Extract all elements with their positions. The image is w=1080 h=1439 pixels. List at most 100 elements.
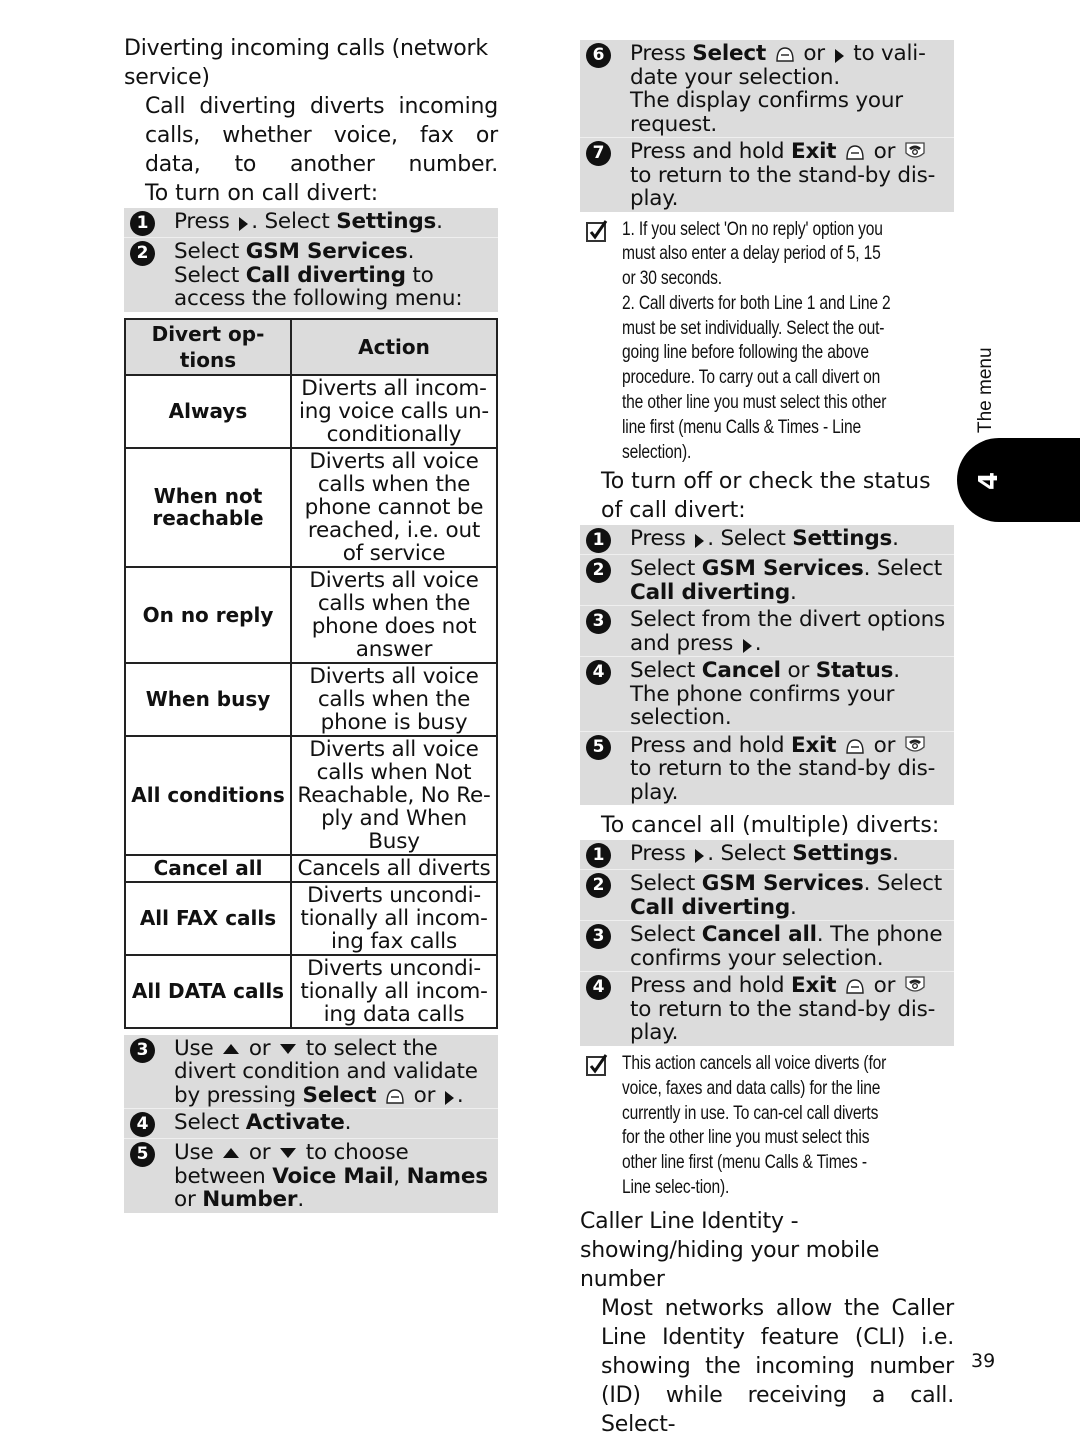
bold-term: GSM Services <box>701 556 864 582</box>
soft-key-icon <box>846 145 864 160</box>
step-number-badge: 4 <box>130 1112 155 1137</box>
right-arrow-key-icon <box>695 534 705 549</box>
step-number-badge: 3 <box>586 924 611 950</box>
table-header-row: Divert op-tions Action <box>124 317 498 376</box>
step-number-badge: 6 <box>586 43 611 68</box>
step-text: Select GSM Services. Select Call diverti… <box>630 556 942 605</box>
step-item: 6 Press Select or to vali-date your selec… <box>580 40 954 138</box>
divert-option-cell: All DATA calls <box>124 953 292 1029</box>
divert-options-table: Divert op-tions Action Always Diverts all… <box>124 317 498 1029</box>
right-arrow-key-icon <box>742 638 752 653</box>
right-arrow-key-icon <box>834 49 844 63</box>
step-item: 2 Select GSM Services. Select Call divert… <box>580 555 954 607</box>
section-side-label: The menu <box>975 347 996 433</box>
step-item: 5 Press and hold Exit or to return to the… <box>580 732 954 806</box>
divert-option-cell: On no reply <box>124 565 292 664</box>
soft-key-icon <box>776 47 794 62</box>
bold-term: Voice Mail <box>272 1163 394 1189</box>
turn-on-label: To turn on call divert: <box>145 181 379 206</box>
bold-term: Exit <box>790 139 837 164</box>
note-block-1: 1. If you select 'On no reply' option yo… <box>586 218 954 466</box>
step-item: 1 Press . Select Settings. <box>124 208 498 238</box>
page-number: 39 <box>971 1350 996 1372</box>
bold-term: Settings <box>336 209 437 234</box>
table-row: When not reachable Diverts all voice calls … <box>124 446 498 568</box>
step-text: Press and hold Exit or to return to the … <box>630 732 936 805</box>
bold-term: Cancel <box>701 658 781 684</box>
step-text: Press . Select Settings. <box>630 841 899 867</box>
bold-term: Select <box>692 41 767 66</box>
table-row: All DATA calls Diverts uncondi-tionally a… <box>124 953 498 1029</box>
chapter-number: 4 <box>974 471 1004 491</box>
divert-action-cell: Diverts all voice calls when the phone can… <box>290 446 498 568</box>
divert-action-cell: Diverts all incom-ing voice calls un-con… <box>290 373 498 449</box>
header-action: Action <box>290 317 498 376</box>
step-item: 1 Press . Select Settings. <box>580 525 954 556</box>
bold-term: GSM Services <box>245 239 408 264</box>
left-column: Diverting incoming calls (network servic… <box>124 34 498 1213</box>
checkbox-note-icon <box>586 1054 608 1076</box>
step-number-badge: 1 <box>130 211 155 236</box>
step-number-badge: 4 <box>586 975 611 1001</box>
right-arrow-key-icon <box>239 217 249 231</box>
note-block-2: This action cancels all voice diverts (f… <box>586 1052 954 1201</box>
step-text: Press and hold Exit or to return to the … <box>630 139 936 211</box>
end-call-key-icon <box>905 142 925 158</box>
cancel-all-steps: 1 Press . Select Settings. 2 Select GSM Ser… <box>580 840 954 1046</box>
end-call-key-icon <box>905 736 925 752</box>
step-item: 3 Select Cancel all. The phone confirms y… <box>580 921 954 973</box>
checkbox-note-icon <box>586 219 608 242</box>
right-arrow-key-icon <box>695 849 705 864</box>
step-item: 7 Press and hold Exit or to return to the… <box>580 138 954 212</box>
end-call-key-icon <box>905 976 925 993</box>
step-number-badge: 2 <box>586 873 611 899</box>
table-row: Always Diverts all incom-ing voice calls … <box>124 373 498 449</box>
turn-on-steps-b: 3 Use or to select the divert condition a… <box>124 1034 498 1213</box>
down-arrow-key-icon <box>280 1148 297 1158</box>
step-number-badge: 3 <box>586 609 611 635</box>
bold-term: GSM Services <box>701 871 864 897</box>
step-item: 4 Select Activate. <box>124 1109 498 1139</box>
cli-paragraph: Most networks allow the Caller Line Iden… <box>601 1295 954 1437</box>
step-item: 4 Select Cancel or Status. The phone confi… <box>580 657 954 732</box>
section-title: Diverting incoming calls (network servic… <box>124 36 488 90</box>
divert-action-cell: Diverts uncondi-tionally all incom-ing f… <box>290 880 498 956</box>
divert-option-cell: When busy <box>124 661 292 737</box>
header-divert-options: Divert op-tions <box>124 317 292 376</box>
note-text-2: This action cancels all voice diverts (f… <box>622 1052 887 1198</box>
step-number-badge: 7 <box>586 141 611 166</box>
bold-term: Select <box>302 1082 377 1108</box>
divert-option-cell: All FAX calls <box>124 880 292 956</box>
up-arrow-key-icon <box>223 1043 240 1054</box>
step-text: Use or to choose between Voice Mail, Nam… <box>174 1140 488 1212</box>
step-text: Select from the divert options and press… <box>630 607 946 656</box>
table-row: Cancel all Cancels all diverts <box>124 853 498 883</box>
step-number-badge: 3 <box>130 1037 155 1063</box>
bold-term: Exit <box>790 973 837 999</box>
step-number-badge: 1 <box>586 528 611 554</box>
divert-action-cell: Diverts all voice calls when the phone is … <box>290 661 498 737</box>
step-number-badge: 4 <box>586 660 611 686</box>
note-text-1: 1. If you select 'On no reply' option yo… <box>622 218 891 463</box>
soft-key-icon <box>846 979 864 995</box>
bold-term: Call diverting <box>245 262 406 288</box>
divert-action-cell: Diverts all voice calls when the phone doe… <box>290 565 498 664</box>
step-text: Use or to select the divert condition an… <box>174 1035 478 1108</box>
bold-term: Names <box>406 1163 488 1189</box>
table-row: All FAX calls Diverts uncondi-tionally al… <box>124 880 498 956</box>
cancel-all-label: To cancel all (multiple) diverts: <box>601 813 940 839</box>
step-text: Select GSM Services. Select Call divertin… <box>174 239 463 311</box>
step-item: 3 Select from the divert options and pres… <box>580 606 954 658</box>
step-number-badge: 1 <box>586 843 611 869</box>
soft-key-icon <box>386 1088 404 1104</box>
cli-section-title: Caller Line Identity - showing/hiding yo… <box>580 1208 880 1292</box>
table-row: On no reply Diverts all voice calls when t… <box>124 565 498 664</box>
step-item: 1 Press . Select Settings. <box>580 840 954 871</box>
table-row: All conditions Diverts all voice calls whe… <box>124 734 498 856</box>
turn-on-steps-c: 6 Press Select or to vali-date your selec… <box>580 40 954 212</box>
divert-action-cell: Cancels all diverts <box>290 853 498 883</box>
right-arrow-key-icon <box>444 1090 454 1105</box>
bold-term: Call diverting <box>630 579 791 605</box>
bold-term: Settings <box>792 841 893 867</box>
soft-key-icon <box>846 739 864 754</box>
